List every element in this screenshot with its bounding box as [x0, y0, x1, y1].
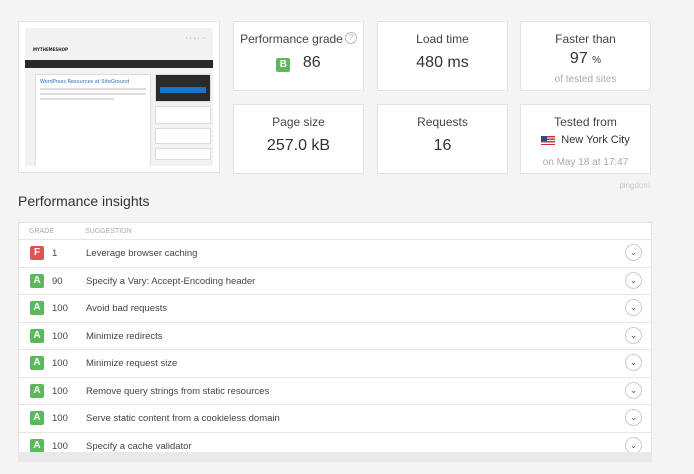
insights-table-header: GRADE SUGGESTION [19, 223, 651, 240]
site-nav-bar [25, 60, 213, 68]
site-brand: MYTHEMESHOP [33, 47, 68, 52]
page-size-card: Page size 257.0 kB [233, 104, 364, 174]
performance-grade-card: Performance grade? B 86 [233, 21, 364, 91]
requests-card: Requests 16 [377, 104, 508, 174]
insight-row[interactable]: F 1 Leverage browser caching ⌄ [19, 240, 651, 268]
suggestion-column-header: SUGGESTION [85, 228, 132, 235]
grade-badge: A [30, 411, 44, 425]
grade-badge: F [30, 246, 44, 260]
insight-row[interactable]: A 100 Avoid bad requests ⌄ [19, 295, 651, 323]
bottom-divider [18, 452, 652, 462]
tested-location: New York City [561, 134, 630, 146]
insight-score: 90 [52, 275, 63, 287]
chevron-down-icon[interactable]: ⌄ [625, 244, 642, 261]
site-post-card: WordPress Resources at SiteGround [35, 74, 151, 166]
site-sidebar-widget [155, 148, 211, 160]
site-post-title: WordPress Resources at SiteGround [40, 79, 130, 85]
grade-badge: A [30, 301, 44, 315]
insight-score: 100 [52, 385, 68, 397]
site-sidebar-search [155, 74, 211, 102]
site-sidebar-widget [155, 106, 211, 124]
insight-score: 1 [52, 248, 58, 259]
page-size-label: Page size [272, 115, 325, 129]
grade-badge: A [30, 273, 44, 288]
grade-badge: A [30, 328, 44, 343]
insight-suggestion: Minimize redirects [86, 330, 163, 342]
screenshot-preview: f t g+ in MYTHEMESHOP WordPress Resource… [25, 28, 213, 166]
insight-score: 100 [52, 413, 68, 424]
faster-than-sub: of tested sites [554, 74, 617, 85]
load-time-label: Load time [416, 32, 469, 46]
us-flag-icon [541, 135, 556, 145]
pingdom-results-page: f t g+ in MYTHEMESHOP WordPress Resource… [0, 0, 694, 474]
chevron-down-icon[interactable]: ⌄ [625, 381, 642, 399]
grade-column-header: GRADE [29, 228, 54, 235]
insight-row[interactable]: A 100 Minimize redirects ⌄ [19, 323, 651, 350]
insight-row[interactable]: A 100 Minimize request size ⌄ [19, 350, 651, 378]
insights-rows: F 1 Leverage browser caching ⌄ A 90 Specify a … [19, 240, 651, 459]
chevron-down-icon[interactable]: ⌄ [625, 326, 642, 344]
insights-title: Performance insights [18, 193, 150, 209]
performance-grade-label: Performance grade [240, 32, 343, 46]
text-line [40, 98, 115, 100]
faster-than-value: 97 [569, 50, 588, 67]
faster-than-label: Faster than [555, 32, 616, 46]
site-sidebar-widget [155, 128, 211, 144]
insights-table: GRADE SUGGESTION F 1 Leverage browser cach… [18, 222, 652, 460]
insight-score: 100 [52, 440, 68, 452]
insight-suggestion: Leverage browser caching [86, 248, 198, 259]
text-line [40, 88, 146, 90]
insight-suggestion: Specify a cache validator [86, 440, 192, 452]
insight-score: 100 [52, 330, 68, 342]
load-time-card: Load time 480 ms [377, 21, 508, 91]
requests-label: Requests [417, 115, 468, 129]
pingdom-watermark: pingdom [619, 181, 650, 190]
page-size-value: 257.0 kB [266, 137, 331, 154]
site-search-button [160, 87, 206, 93]
tested-date: on May 18 at 17:47 [542, 157, 629, 168]
requests-value: 16 [433, 137, 452, 154]
faster-than-card: Faster than 97 % of tested sites [520, 21, 651, 91]
insight-suggestion: Remove query strings from static resourc… [86, 385, 270, 397]
insight-suggestion: Minimize request size [86, 358, 178, 369]
insight-row[interactable]: A 100 Remove query strings from static res… [19, 378, 651, 405]
chevron-down-icon[interactable]: ⌄ [625, 271, 642, 289]
performance-score: 86 [302, 54, 321, 71]
insight-row[interactable]: A 100 Serve static content from a cookiele… [19, 405, 651, 433]
grade-badge: A [30, 438, 44, 453]
grade-badge: B [276, 58, 291, 72]
load-time-value: 480 ms [416, 54, 469, 71]
help-icon[interactable]: ? [344, 32, 357, 44]
insight-suggestion: Serve static content from a cookieless d… [86, 413, 280, 424]
faster-than-unit: % [592, 55, 602, 66]
chevron-down-icon[interactable]: ⌄ [625, 299, 642, 316]
tested-from-card: Tested from New York City on May 18 at 1… [520, 104, 651, 174]
insight-row[interactable]: A 90 Specify a Vary: Accept-Encoding heade… [19, 268, 651, 295]
chevron-down-icon[interactable]: ⌄ [625, 354, 642, 371]
insight-suggestion: Avoid bad requests [86, 303, 168, 314]
grade-badge: A [30, 383, 44, 398]
chevron-down-icon[interactable]: ⌄ [625, 409, 642, 426]
insight-score: 100 [52, 303, 68, 314]
social-icons: f t g+ in [185, 36, 207, 40]
page-screenshot-thumbnail[interactable]: f t g+ in MYTHEMESHOP WordPress Resource… [18, 21, 220, 173]
tested-from-label: Tested from [554, 115, 617, 129]
text-line [40, 93, 146, 95]
chevron-down-icon[interactable]: ⌄ [625, 436, 642, 454]
insight-score: 100 [52, 358, 68, 369]
insight-suggestion: Specify a Vary: Accept-Encoding header [86, 275, 256, 287]
grade-badge: A [30, 356, 44, 370]
